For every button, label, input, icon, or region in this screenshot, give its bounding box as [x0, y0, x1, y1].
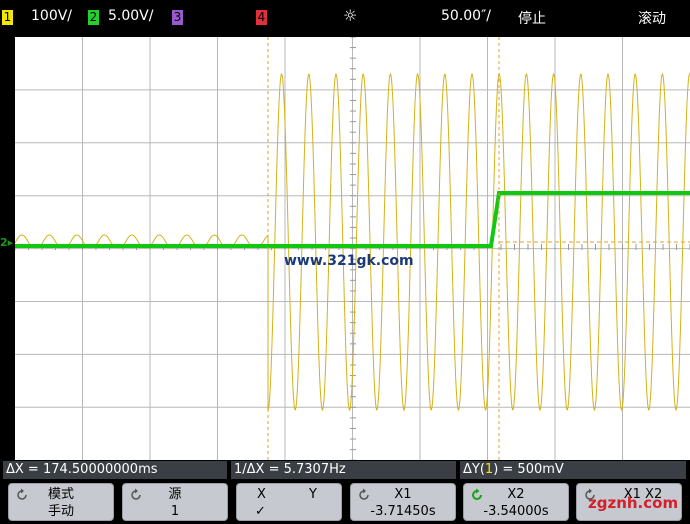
x-option-label: X — [257, 487, 266, 502]
mode-softkey-value: 手动 — [47, 504, 74, 519]
channel-1-scale: 100V/ — [31, 8, 73, 24]
delta-x-readout: ΔX = 174.50000000ms — [3, 461, 227, 479]
softkey-bar: 模式 手动 源 1 X Y ✓ X1 -3.71450s X2 -3.54000… — [0, 480, 690, 524]
measurement-bar: ΔX = 174.50000000ms 1/ΔX = 5.7307Hz ΔY(1… — [0, 460, 690, 480]
mode-softkey-label: 模式 — [47, 487, 74, 502]
x1-softkey[interactable]: X1 -3.71450s — [350, 483, 456, 521]
delta-y-channel: 1 — [484, 462, 494, 477]
waveform-plot — [15, 37, 690, 460]
status-bar: 1 100V/ 2 5.00V/ 3 4 ☼ 50.00″/ 停止 滚动 — [0, 0, 690, 37]
channel-2-badge[interactable]: 2 — [88, 10, 99, 25]
delta-y-suffix: ) = 500mV — [493, 462, 564, 477]
inverse-delta-x-readout: 1/ΔX = 5.7307Hz — [231, 461, 456, 479]
channel-3-badge[interactable]: 3 — [172, 10, 183, 25]
source-softkey[interactable]: 源 1 — [122, 483, 228, 521]
delta-y-prefix: ΔY( — [463, 462, 485, 477]
source-softkey-label: 源 — [168, 487, 182, 502]
sun-icon: ☼ — [343, 6, 358, 25]
source-softkey-value: 1 — [170, 504, 180, 519]
delta-y-readout: ΔY(1) = 500mV — [460, 461, 686, 479]
x1-softkey-value: -3.71450s — [370, 504, 436, 519]
x2-softkey[interactable]: X2 -3.54000s — [463, 483, 569, 521]
channel-2-scale: 5.00V/ — [108, 8, 154, 24]
watermark-text: www.321gk.com — [284, 253, 414, 269]
mode-softkey[interactable]: 模式 手动 — [8, 483, 114, 521]
y-option-label: Y — [309, 487, 317, 502]
x1-softkey-label: X1 — [394, 487, 412, 502]
graticule-grid — [15, 37, 690, 460]
run-state: 停止 — [518, 11, 546, 27]
timebase-scale: 50.00″/ — [441, 8, 492, 24]
xy-softkey[interactable]: X Y ✓ — [236, 483, 342, 521]
channel-1-badge[interactable]: 1 — [2, 10, 13, 25]
footer-watermark: zgznh.com — [588, 494, 679, 512]
channel-2-ground-marker[interactable]: 2▸ — [0, 236, 13, 249]
check-icon: ✓ — [255, 504, 266, 519]
x2-softkey-label: X2 — [507, 487, 525, 502]
channel-4-badge[interactable]: 4 — [256, 10, 267, 25]
acquisition-mode: 滚动 — [638, 11, 666, 27]
waveform-display — [15, 37, 690, 460]
x2-softkey-value: -3.54000s — [483, 504, 549, 519]
